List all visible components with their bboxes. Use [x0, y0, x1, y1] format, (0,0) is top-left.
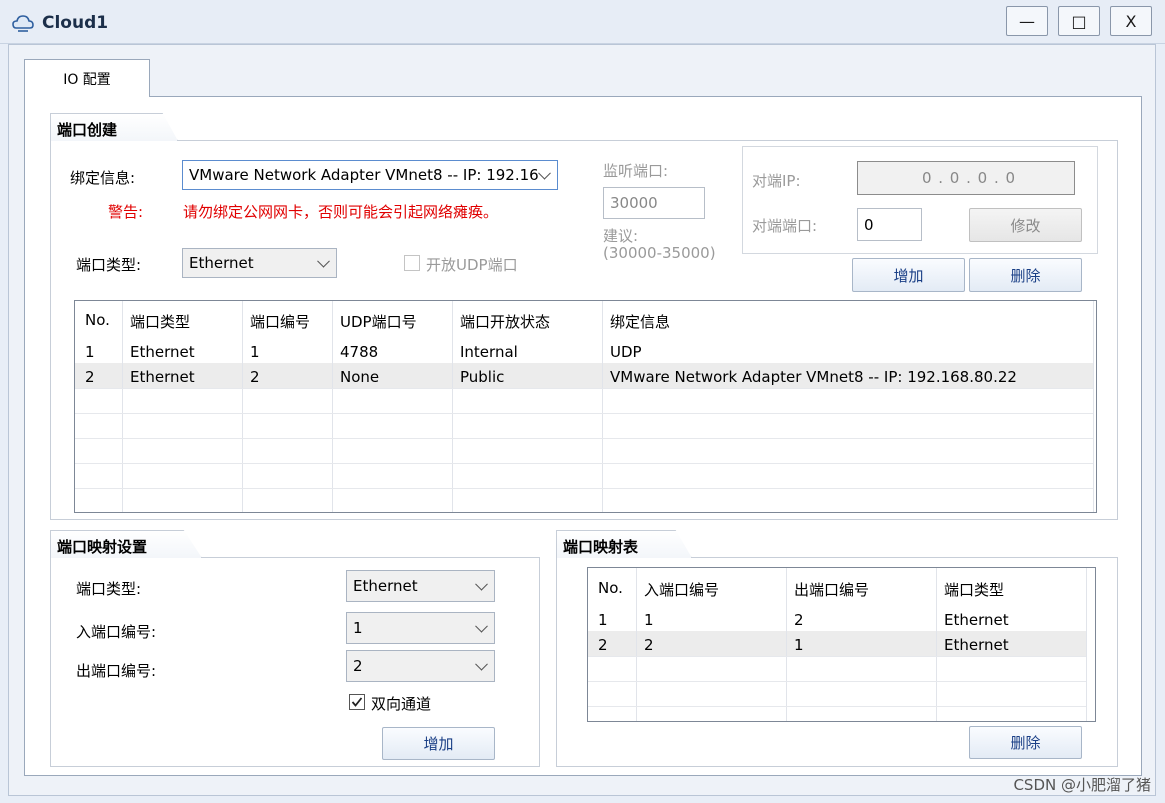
delete-mapping-button[interactable]: 删除	[969, 726, 1082, 759]
maximize-icon: □	[1071, 11, 1087, 31]
title-bar	[0, 0, 1165, 44]
close-button[interactable]: X	[1110, 6, 1152, 36]
out-port-label: 出端口编号:	[76, 662, 157, 680]
port-type-value: Ethernet	[189, 254, 254, 272]
add-port-button[interactable]: 增加	[852, 258, 965, 292]
table-cell[interactable]: Public	[460, 368, 504, 386]
port-type-label: 端口类型:	[76, 256, 142, 274]
maximize-button[interactable]: □	[1058, 6, 1100, 36]
out-port-value: 2	[353, 657, 363, 675]
out-port-select[interactable]: 2	[346, 650, 495, 682]
table-cell[interactable]: VMware Network Adapter VMnet8 -- IP: 192…	[610, 368, 1017, 386]
column-header[interactable]: No.	[598, 579, 623, 597]
column-header[interactable]: No.	[85, 311, 110, 329]
in-port-label: 入端口编号:	[76, 623, 157, 641]
chevron-down-icon	[475, 619, 488, 633]
binding-select[interactable]: VMware Network Adapter VMnet8 -- IP: 192…	[182, 160, 558, 190]
cloud-app-icon	[12, 15, 34, 32]
table-row-selected	[588, 631, 1086, 656]
warning-text: 请勿绑定公网网卡，否则可能会引起网络瘫痪。	[183, 203, 499, 221]
table-cell[interactable]: UDP	[610, 343, 642, 361]
modify-button[interactable]: 修改	[969, 208, 1082, 242]
table-cell[interactable]: 2	[794, 611, 804, 629]
port-table: No. 端口类型 端口编号 UDP端口号 端口开放状态 绑定信息 1 Ether…	[74, 300, 1097, 513]
chevron-down-icon	[475, 577, 488, 591]
in-port-select[interactable]: 1	[346, 612, 495, 644]
table-cell[interactable]: Ethernet	[944, 636, 1009, 654]
chevron-down-icon	[475, 657, 488, 671]
in-port-value: 1	[353, 619, 363, 637]
column-header[interactable]: 绑定信息	[610, 311, 670, 332]
delete-port-button[interactable]: 删除	[969, 258, 1082, 292]
column-header[interactable]: 出端口编号	[794, 579, 869, 600]
table-cell[interactable]: 1	[598, 611, 608, 629]
map-port-type-value: Ethernet	[353, 577, 418, 595]
table-cell[interactable]: 1	[794, 636, 804, 654]
tab-label: IO 配置	[63, 71, 111, 88]
udp-open-label: 开放UDP端口	[426, 256, 518, 274]
table-cell[interactable]: 1	[250, 343, 260, 361]
udp-open-checkbox[interactable]	[404, 255, 420, 271]
peer-ip-label: 对端IP:	[752, 172, 801, 190]
binding-label: 绑定信息:	[70, 169, 136, 187]
port-create-title: 端口创建	[50, 113, 178, 141]
chevron-down-icon	[538, 166, 551, 180]
column-header[interactable]: 端口类型	[130, 311, 190, 332]
port-type-select[interactable]: Ethernet	[182, 248, 337, 278]
peer-ip-input[interactable]: 0 . 0 . 0 . 0	[857, 161, 1075, 195]
mapping-table: No. 入端口编号 出端口编号 端口类型 1 1 2 Ethernet 2 2 …	[587, 567, 1096, 722]
peer-port-input[interactable]: 0	[857, 208, 922, 241]
chevron-down-icon	[317, 254, 330, 268]
suggest-label: 建议:	[603, 227, 639, 245]
table-cell[interactable]: 2	[644, 636, 654, 654]
column-header[interactable]: 端口类型	[944, 579, 1004, 600]
map-port-type-label: 端口类型:	[76, 580, 142, 598]
table-cell[interactable]: 2	[250, 368, 260, 386]
window-title: Cloud1	[42, 13, 109, 33]
binding-value: VMware Network Adapter VMnet8 -- IP: 192…	[189, 166, 539, 184]
suggest-range: (30000-35000)	[603, 244, 716, 262]
table-cell[interactable]: Ethernet	[130, 368, 195, 386]
table-cell[interactable]: Ethernet	[130, 343, 195, 361]
table-cell[interactable]: 1	[644, 611, 654, 629]
table-cell[interactable]: None	[340, 368, 379, 386]
column-header[interactable]: 入端口编号	[644, 579, 719, 600]
listen-port-input[interactable]: 30000	[603, 187, 705, 219]
warning-label: 警告:	[108, 203, 144, 221]
tab-io-config[interactable]: IO 配置	[24, 59, 150, 97]
table-cell[interactable]: 1	[85, 343, 95, 361]
add-mapping-button[interactable]: 增加	[382, 727, 495, 760]
peer-port-label: 对端端口:	[752, 217, 818, 235]
column-header[interactable]: 端口编号	[250, 311, 310, 332]
listen-port-label: 监听端口:	[603, 162, 669, 180]
table-cell[interactable]: 4788	[340, 343, 378, 361]
column-header[interactable]: UDP端口号	[340, 311, 417, 332]
bidirectional-label: 双向通道	[371, 695, 432, 713]
map-port-type-select[interactable]: Ethernet	[346, 570, 495, 602]
mapping-settings-title: 端口映射设置	[50, 530, 202, 558]
mapping-table-title: 端口映射表	[556, 530, 692, 558]
bidirectional-checkbox[interactable]	[349, 694, 365, 710]
table-cell[interactable]: Ethernet	[944, 611, 1009, 629]
close-icon: X	[1125, 11, 1137, 31]
checkmark-icon	[351, 697, 363, 707]
minimize-icon: —	[1019, 11, 1035, 31]
table-cell[interactable]: Internal	[460, 343, 518, 361]
table-cell[interactable]: 2	[598, 636, 608, 654]
column-header[interactable]: 端口开放状态	[460, 311, 550, 332]
table-cell[interactable]: 2	[85, 368, 95, 386]
minimize-button[interactable]: —	[1006, 6, 1048, 36]
watermark: CSDN @小肥溜了猪	[1013, 776, 1151, 794]
